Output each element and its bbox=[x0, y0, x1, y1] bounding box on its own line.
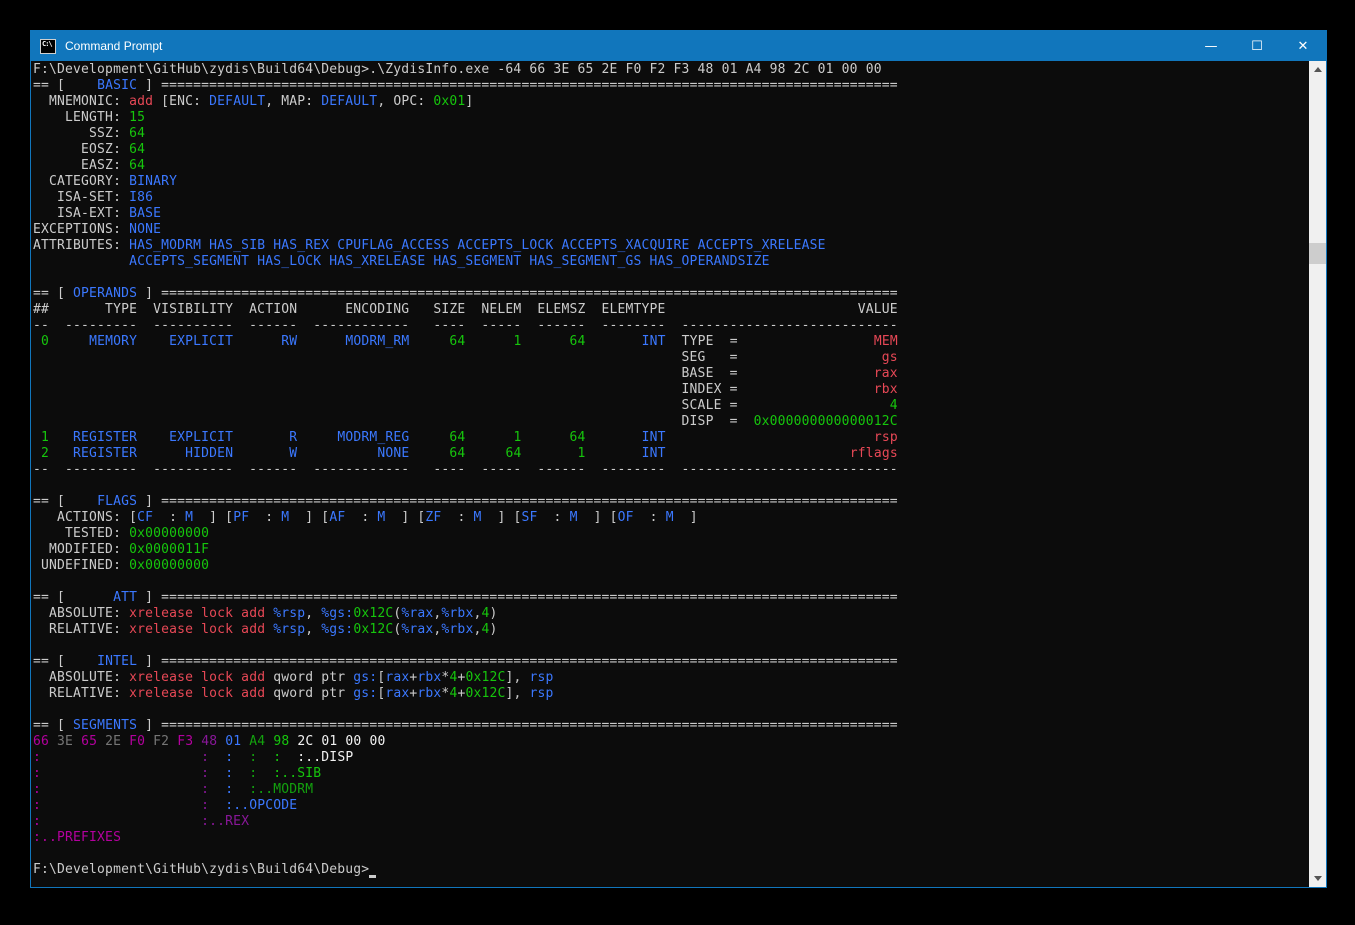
terminal-line: -- --------- ---------- ------ ---------… bbox=[33, 318, 1307, 334]
terminal-line: == [ OPERANDS ] ========================… bbox=[33, 286, 1307, 302]
terminal-line: ABSOLUTE: xrelease lock add %rsp, %gs:0x… bbox=[33, 606, 1307, 622]
terminal-line: : : :..OPCODE bbox=[33, 798, 1307, 814]
minimize-button[interactable]: — bbox=[1188, 31, 1234, 61]
scroll-down-button[interactable] bbox=[1309, 870, 1326, 887]
scroll-up-button[interactable] bbox=[1309, 61, 1326, 78]
terminal-line: ATTRIBUTES: HAS_MODRM HAS_SIB HAS_REX CP… bbox=[33, 238, 1307, 254]
terminal-line: == [ FLAGS ] ===========================… bbox=[33, 494, 1307, 510]
terminal-line: SCALE = 4 bbox=[33, 398, 1307, 414]
terminal-line: TESTED: 0x00000000 bbox=[33, 526, 1307, 542]
terminal-line bbox=[33, 270, 1307, 286]
terminal-line: LENGTH: 15 bbox=[33, 110, 1307, 126]
scrollbar-thumb[interactable] bbox=[1309, 243, 1326, 264]
terminal-line: 1 REGISTER EXPLICIT R MODRM_REG 64 1 64 … bbox=[33, 430, 1307, 446]
terminal-line: == [ ATT ] =============================… bbox=[33, 590, 1307, 606]
terminal-line bbox=[33, 846, 1307, 862]
terminal-line: UNDEFINED: 0x00000000 bbox=[33, 558, 1307, 574]
terminal-line bbox=[33, 702, 1307, 718]
terminal-line: F:\Development\GitHub\zydis\Build64\Debu… bbox=[33, 62, 1307, 78]
terminal-line: RELATIVE: xrelease lock add qword ptr gs… bbox=[33, 686, 1307, 702]
terminal-window: C:\ Command Prompt — ☐ ✕ F:\Development\… bbox=[30, 30, 1327, 888]
terminal-line: :..PREFIXES bbox=[33, 830, 1307, 846]
terminal-line: 0 MEMORY EXPLICIT RW MODRM_RM 64 1 64 IN… bbox=[33, 334, 1307, 350]
terminal-line: 2 REGISTER HIDDEN W NONE 64 64 1 INT rfl… bbox=[33, 446, 1307, 462]
scroll-down-icon bbox=[1314, 876, 1322, 881]
window-title: Command Prompt bbox=[65, 39, 162, 53]
terminal-line: EXCEPTIONS: NONE bbox=[33, 222, 1307, 238]
terminal-line: CATEGORY: BINARY bbox=[33, 174, 1307, 190]
terminal-line: ISA-SET: I86 bbox=[33, 190, 1307, 206]
terminal-line: : :..REX bbox=[33, 814, 1307, 830]
terminal-line: == [ BASIC ] ===========================… bbox=[33, 78, 1307, 94]
console-output[interactable]: F:\Development\GitHub\zydis\Build64\Debu… bbox=[33, 62, 1307, 887]
terminal-line: MNEMONIC: add [ENC: DEFAULT, MAP: DEFAUL… bbox=[33, 94, 1307, 110]
terminal-line: == [ SEGMENTS ] ========================… bbox=[33, 718, 1307, 734]
terminal-line: 66 3E 65 2E F0 F2 F3 48 01 A4 98 2C 01 0… bbox=[33, 734, 1307, 750]
terminal-line: : : : :..MODRM bbox=[33, 782, 1307, 798]
terminal-line bbox=[33, 478, 1307, 494]
terminal-line: INDEX = rbx bbox=[33, 382, 1307, 398]
terminal-line: EOSZ: 64 bbox=[33, 142, 1307, 158]
window-controls: — ☐ ✕ bbox=[1188, 31, 1326, 61]
terminal-line: : : : : :..SIB bbox=[33, 766, 1307, 782]
terminal-line: RELATIVE: xrelease lock add %rsp, %gs:0x… bbox=[33, 622, 1307, 638]
console[interactable]: F:\Development\GitHub\zydis\Build64\Debu… bbox=[31, 61, 1326, 887]
terminal-line: SEG = gs bbox=[33, 350, 1307, 366]
terminal-line: -- --------- ---------- ------ ---------… bbox=[33, 462, 1307, 478]
scroll-up-icon bbox=[1314, 67, 1322, 72]
terminal-line: == [ INTEL ] ===========================… bbox=[33, 654, 1307, 670]
terminal-line: EASZ: 64 bbox=[33, 158, 1307, 174]
terminal-line bbox=[33, 574, 1307, 590]
terminal-line: MODIFIED: 0x0000011F bbox=[33, 542, 1307, 558]
terminal-line: ACCEPTS_SEGMENT HAS_LOCK HAS_XRELEASE HA… bbox=[33, 254, 1307, 270]
terminal-line: DISP = 0x000000000000012C bbox=[33, 414, 1307, 430]
terminal-line: ## TYPE VISIBILITY ACTION ENCODING SIZE … bbox=[33, 302, 1307, 318]
terminal-line: ACTIONS: [CF : M ] [PF : M ] [AF : M ] [… bbox=[33, 510, 1307, 526]
titlebar[interactable]: C:\ Command Prompt — ☐ ✕ bbox=[31, 31, 1326, 61]
terminal-cursor bbox=[369, 863, 377, 877]
close-button[interactable]: ✕ bbox=[1280, 31, 1326, 61]
terminal-line: SSZ: 64 bbox=[33, 126, 1307, 142]
terminal-line: ISA-EXT: BASE bbox=[33, 206, 1307, 222]
terminal-line: F:\Development\GitHub\zydis\Build64\Debu… bbox=[33, 862, 1307, 878]
terminal-line: : : : : : :..DISP bbox=[33, 750, 1307, 766]
scrollbar[interactable] bbox=[1309, 61, 1326, 887]
terminal-line: BASE = rax bbox=[33, 366, 1307, 382]
cmd-icon[interactable]: C:\ bbox=[40, 39, 56, 54]
maximize-button[interactable]: ☐ bbox=[1234, 31, 1280, 61]
terminal-line bbox=[33, 638, 1307, 654]
terminal-line: ABSOLUTE: xrelease lock add qword ptr gs… bbox=[33, 670, 1307, 686]
